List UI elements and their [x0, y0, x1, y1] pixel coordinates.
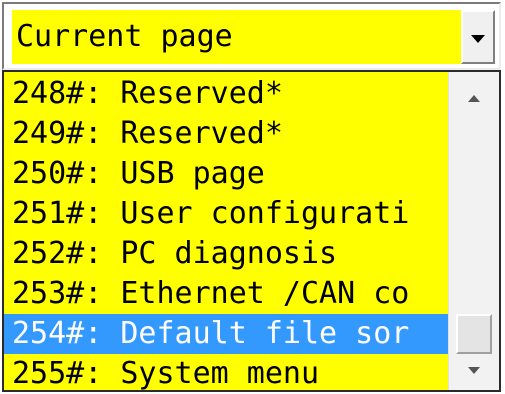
- list-item[interactable]: 250#: USB page: [4, 154, 448, 194]
- list-item[interactable]: 249#: Reserved*: [4, 114, 448, 154]
- list-item[interactable]: 253#: Ethernet /CAN co: [4, 274, 448, 314]
- scrollbar-thumb[interactable]: [456, 314, 492, 354]
- scroll-up-arrow-icon: [468, 87, 480, 106]
- list-rows: 248#: Reserved* 249#: Reserved* 250#: US…: [4, 74, 448, 394]
- scroll-up-button[interactable]: [449, 78, 499, 114]
- list-item[interactable]: 255#: System menu: [4, 354, 448, 394]
- scroll-down-button[interactable]: [449, 350, 499, 386]
- combobox-field[interactable]: Current page: [2, 2, 501, 70]
- list-item[interactable]: 252#: PC diagnosis: [4, 234, 448, 274]
- page-select-combobox[interactable]: Current page 248#: Reserved* 249#: Reser…: [2, 2, 501, 392]
- scroll-down-arrow-icon: [468, 359, 480, 378]
- list-item-selected[interactable]: 254#: Default file sor: [4, 314, 448, 354]
- chevron-down-icon: [471, 28, 485, 47]
- combobox-current-value[interactable]: Current page: [12, 10, 462, 64]
- dropdown-list[interactable]: 248#: Reserved* 249#: Reserved* 250#: US…: [2, 70, 501, 392]
- list-item[interactable]: 248#: Reserved*: [4, 74, 448, 114]
- vertical-scrollbar[interactable]: [448, 72, 499, 390]
- list-item[interactable]: 251#: User configurati: [4, 194, 448, 234]
- dropdown-button[interactable]: [461, 10, 495, 64]
